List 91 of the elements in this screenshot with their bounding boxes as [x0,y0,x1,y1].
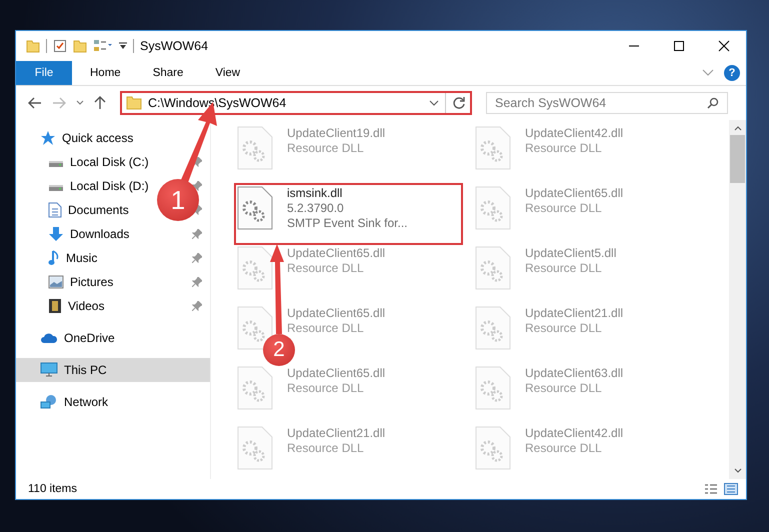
nav-item[interactable]: Local Disk (C:) [48,155,149,169]
file-name[interactable]: UpdateClient42.dll [525,426,624,440]
tiles-view-icon[interactable] [724,483,738,495]
pin-icon[interactable] [192,157,202,167]
file-menu-button[interactable]: File [16,61,72,85]
file-detail: Resource DLL [525,261,603,275]
document-icon [48,202,62,218]
gear-file-icon [237,246,273,290]
close-icon [718,40,730,52]
window-title: SysWOW64 [140,39,208,53]
monitor-icon [40,362,58,378]
up-icon[interactable] [94,96,106,110]
cloud-icon [40,332,58,344]
search-icon [707,97,719,109]
picture-icon [48,275,64,289]
pin-icon[interactable] [192,181,202,191]
ribbon-tab[interactable]: View [203,61,252,85]
properties-icon[interactable] [53,39,67,53]
nav-item[interactable]: Network [16,390,210,414]
folder-icon [126,96,142,110]
file-name[interactable]: UpdateClient65.dll [525,186,624,200]
file-detail: Resource DLL [287,441,365,455]
file-name[interactable]: ismsink.dll [287,186,408,200]
film-icon [48,298,62,314]
file-name[interactable]: UpdateClient19.dll [287,126,386,140]
ribbon-tab[interactable]: Share [140,61,196,85]
maximize-icon [672,40,684,52]
gear-file-icon [237,306,273,350]
details-view-icon[interactable] [704,483,718,495]
dropdown-caret-icon[interactable] [429,100,439,106]
gear-file-icon [237,186,273,230]
search-field[interactable]: Search SysWOW64 [486,92,728,114]
refresh-icon[interactable] [452,96,466,110]
gear-file-icon [475,246,511,290]
file-name[interactable]: UpdateClient21.dll [525,306,624,320]
gear-file-icon [475,366,511,410]
star-icon [40,130,56,146]
file-name[interactable]: UpdateClient65.dll [287,306,386,320]
gear-file-icon [475,186,511,230]
file-detail: Resource DLL [525,141,603,155]
gear-file-icon [475,306,511,350]
nav-item[interactable]: Quick access [16,126,210,150]
file-name[interactable]: UpdateClient42.dll [525,126,624,140]
gear-file-icon [237,126,273,170]
pin-icon[interactable] [192,253,202,263]
pin-icon[interactable] [192,229,202,239]
nav-item[interactable]: This PC [16,358,210,382]
scroll-thumb[interactable] [730,135,745,183]
scrollbar[interactable] [729,120,746,479]
item-count: 110 items [28,483,78,495]
scroll-down-icon[interactable] [734,468,742,474]
back-icon[interactable] [28,97,42,109]
file-name[interactable]: UpdateClient65.dll [287,246,386,260]
file-name[interactable]: UpdateClient65.dll [287,366,386,380]
file-detail: Resource DLL [287,321,365,335]
help-button[interactable]: ? [724,65,740,81]
ribbon-tab[interactable]: Home [78,61,133,85]
nav-item[interactable]: Downloads [48,226,130,242]
network-icon [40,394,58,410]
gear-file-icon [475,126,511,170]
file-detail: Resource DLL [525,201,603,215]
file-name[interactable]: UpdateClient63.dll [525,366,624,380]
file-detail: Resource DLL [287,381,365,395]
nav-item[interactable]: Videos [48,298,104,314]
nav-item[interactable]: Music [48,250,98,266]
layout-icon[interactable] [93,39,113,53]
nav-item[interactable]: Pictures [48,275,114,289]
customize-caret-icon[interactable] [119,41,127,51]
file-detail: Resource DLL [287,261,365,275]
file-detail: Resource DLL [287,141,365,155]
file-detail: Resource DLL [525,381,603,395]
scroll-up-icon[interactable] [734,125,742,131]
nav-item[interactable]: Documents [48,202,129,218]
file-detail: Resource DLL [525,441,603,455]
download-arrow-icon [48,226,64,242]
gear-file-icon [475,426,511,470]
file-name[interactable]: UpdateClient21.dll [287,426,386,440]
file-detail: Resource DLL [525,321,603,335]
pin-icon[interactable] [192,277,202,287]
gear-file-icon [237,426,273,470]
file-name[interactable]: UpdateClient5.dll [525,246,616,260]
recent-caret-icon[interactable] [76,100,84,106]
address-bar[interactable]: C:\Windows\SysWOW64 [120,91,472,115]
file-detail: 5.2.3790.0 [287,201,345,215]
nav-item[interactable]: OneDrive [16,326,210,350]
music-note-icon [48,250,60,266]
nav-item[interactable]: Local Disk (D:) [48,179,149,193]
pin-icon[interactable] [192,301,202,311]
gear-file-icon [237,366,273,410]
expand-ribbon-icon[interactable] [702,69,714,77]
file-detail: SMTP Event Sink for... [287,216,408,230]
